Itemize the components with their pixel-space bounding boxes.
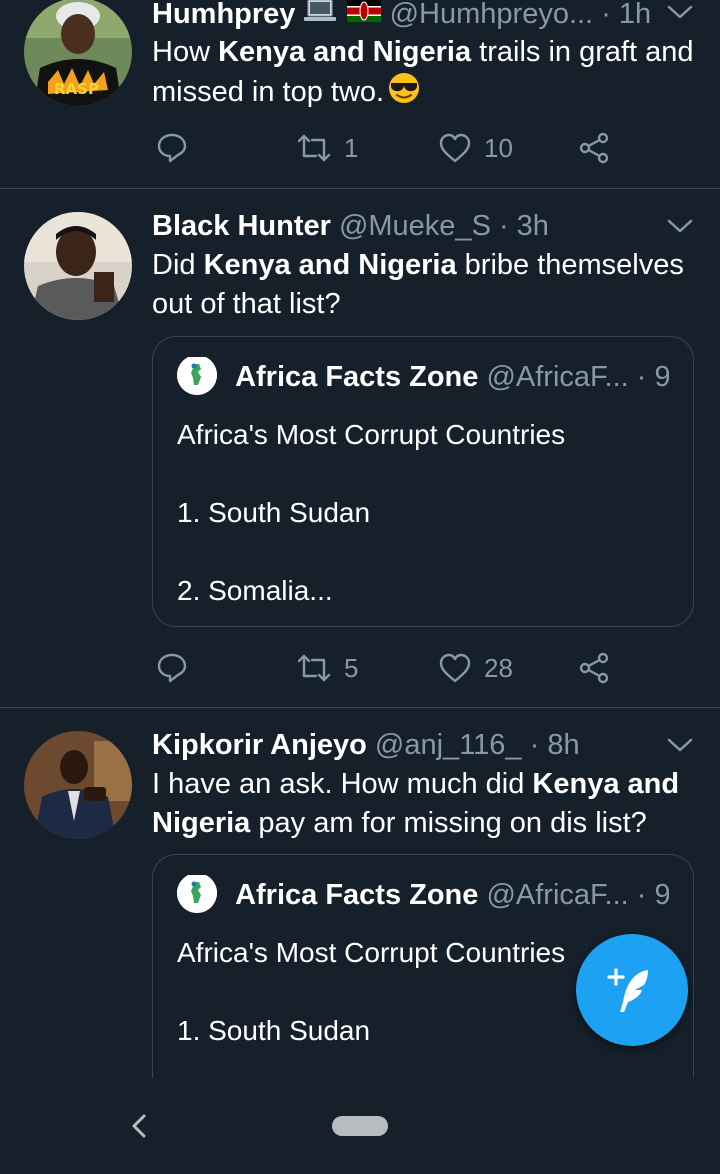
display-name[interactable]: Black Hunter (152, 210, 331, 242)
compose-tweet-icon (607, 968, 648, 1012)
avatar (177, 875, 217, 914)
kenya-flag-emoji (346, 0, 382, 34)
quoted-tweet[interactable]: Africa Facts Zone @AfricaF... · 9h Afric… (152, 336, 694, 627)
share-button[interactable] (578, 648, 610, 688)
retweet-button[interactable]: 1 (296, 128, 358, 168)
quoted-timestamp: · 9h (636, 879, 669, 911)
tweet-text-segment: Did (152, 249, 204, 281)
tweet-text: How Kenya and Nigeria trails in graft an… (152, 33, 696, 115)
chevron-down-icon[interactable] (666, 735, 694, 755)
handle[interactable]: @anj_116_ (375, 729, 522, 761)
tweet-text-bold: Kenya and Nigeria (218, 36, 472, 68)
quoted-text-line: Africa's Most Corrupt Countries (177, 419, 566, 450)
handle[interactable]: @Mueke_S (339, 210, 491, 242)
tweet-text-bold: Kenya and Nigeria (203, 249, 457, 281)
laptop-emoji (303, 0, 337, 34)
quoted-display-name: Africa Facts Zone (235, 879, 479, 911)
avatar (177, 357, 217, 396)
back-icon[interactable] (126, 1110, 152, 1142)
tweet-text-bold: Kenya and (532, 768, 680, 800)
display-name[interactable]: Humhprey (152, 0, 295, 30)
handle[interactable]: @Humhpreyo... (390, 0, 594, 30)
quoted-display-name: Africa Facts Zone (235, 361, 479, 393)
tweet-header: Humhprey @Humhpreyo... · 1h (152, 0, 688, 34)
tweet-text-segment: I have an ask. How much did (152, 768, 533, 800)
retweet-icon (297, 654, 331, 682)
tweet-text-line: Nigeria pay am for missing on dis list? (152, 804, 700, 843)
retweet-count: 1 (344, 132, 359, 163)
timestamp: · 1h (601, 0, 652, 30)
reply-button[interactable] (156, 648, 200, 688)
share-icon (579, 652, 609, 684)
tweet-text-line: I have an ask. How much did Kenya and (152, 765, 700, 804)
like-count: 28 (484, 652, 513, 683)
avatar[interactable] (24, 731, 132, 839)
retweet-icon (297, 134, 331, 162)
like-button[interactable]: 10 (438, 128, 513, 168)
chevron-down-icon[interactable] (666, 2, 694, 22)
share-button[interactable] (578, 128, 610, 168)
quoted-timestamp: · 9h (636, 361, 669, 393)
quoted-text-line: 2. Somalia... (177, 575, 333, 606)
display-name[interactable]: Kipkorir Anjeyo (152, 729, 367, 761)
quoted-handle: @AfricaF... (486, 879, 629, 911)
tweet-text: Did Kenya and Nigeria bribe themselves o… (152, 246, 696, 324)
quoted-tweet-header: Africa Facts Zone @AfricaF... · 9h (177, 357, 669, 397)
retweet-button[interactable]: 5 (296, 648, 358, 688)
timeline-feed: RASP Humhprey @Humhpreyo... · 1h How Ken… (0, 0, 720, 1078)
tweet-text: I have an ask. How much did Kenya and Ni… (152, 765, 700, 843)
avatar[interactable]: RASP (24, 0, 132, 106)
like-button[interactable]: 28 (438, 648, 513, 688)
quoted-handle: @AfricaF... (486, 361, 629, 393)
tweet[interactable]: Black Hunter @Mueke_S · 3h Did Kenya and… (0, 189, 720, 707)
tweet-actions: 1 10 (152, 128, 622, 168)
home-pill-icon[interactable] (332, 1116, 388, 1136)
compose-tweet-button[interactable] (576, 934, 688, 1046)
sunglasses-emoji (388, 72, 420, 115)
system-navigation-bar (0, 1078, 720, 1174)
quoted-text-line: 1. South Sudan (177, 497, 371, 528)
like-count: 10 (484, 132, 513, 163)
reply-button[interactable] (156, 128, 200, 168)
retweet-count: 5 (344, 652, 359, 683)
tweet-header: Black Hunter @Mueke_S · 3h (152, 206, 688, 246)
tweet-actions: 5 28 (152, 648, 622, 688)
timestamp: · 3h (498, 210, 549, 242)
quoted-tweet-header: Africa Facts Zone @AfricaF... · 9h (177, 875, 669, 915)
reply-icon (157, 133, 187, 163)
tweet-text-segment: pay am for missing on dis list? (250, 807, 647, 839)
tweet-text-bold: Nigeria (152, 807, 251, 839)
heart-icon (439, 133, 471, 163)
reply-icon (157, 653, 187, 683)
heart-icon (439, 653, 471, 683)
tweet-text-segment: How (152, 36, 219, 68)
share-icon (579, 132, 609, 164)
timestamp: · 8h (529, 729, 580, 761)
chevron-down-icon[interactable] (666, 216, 694, 236)
svg-text:RASP: RASP (54, 80, 99, 98)
tweet[interactable]: RASP Humhprey @Humhpreyo... · 1h How Ken… (0, 0, 720, 188)
avatar[interactable] (24, 212, 132, 320)
tweet-header: Kipkorir Anjeyo @anj_116_ · 8h (152, 725, 688, 765)
